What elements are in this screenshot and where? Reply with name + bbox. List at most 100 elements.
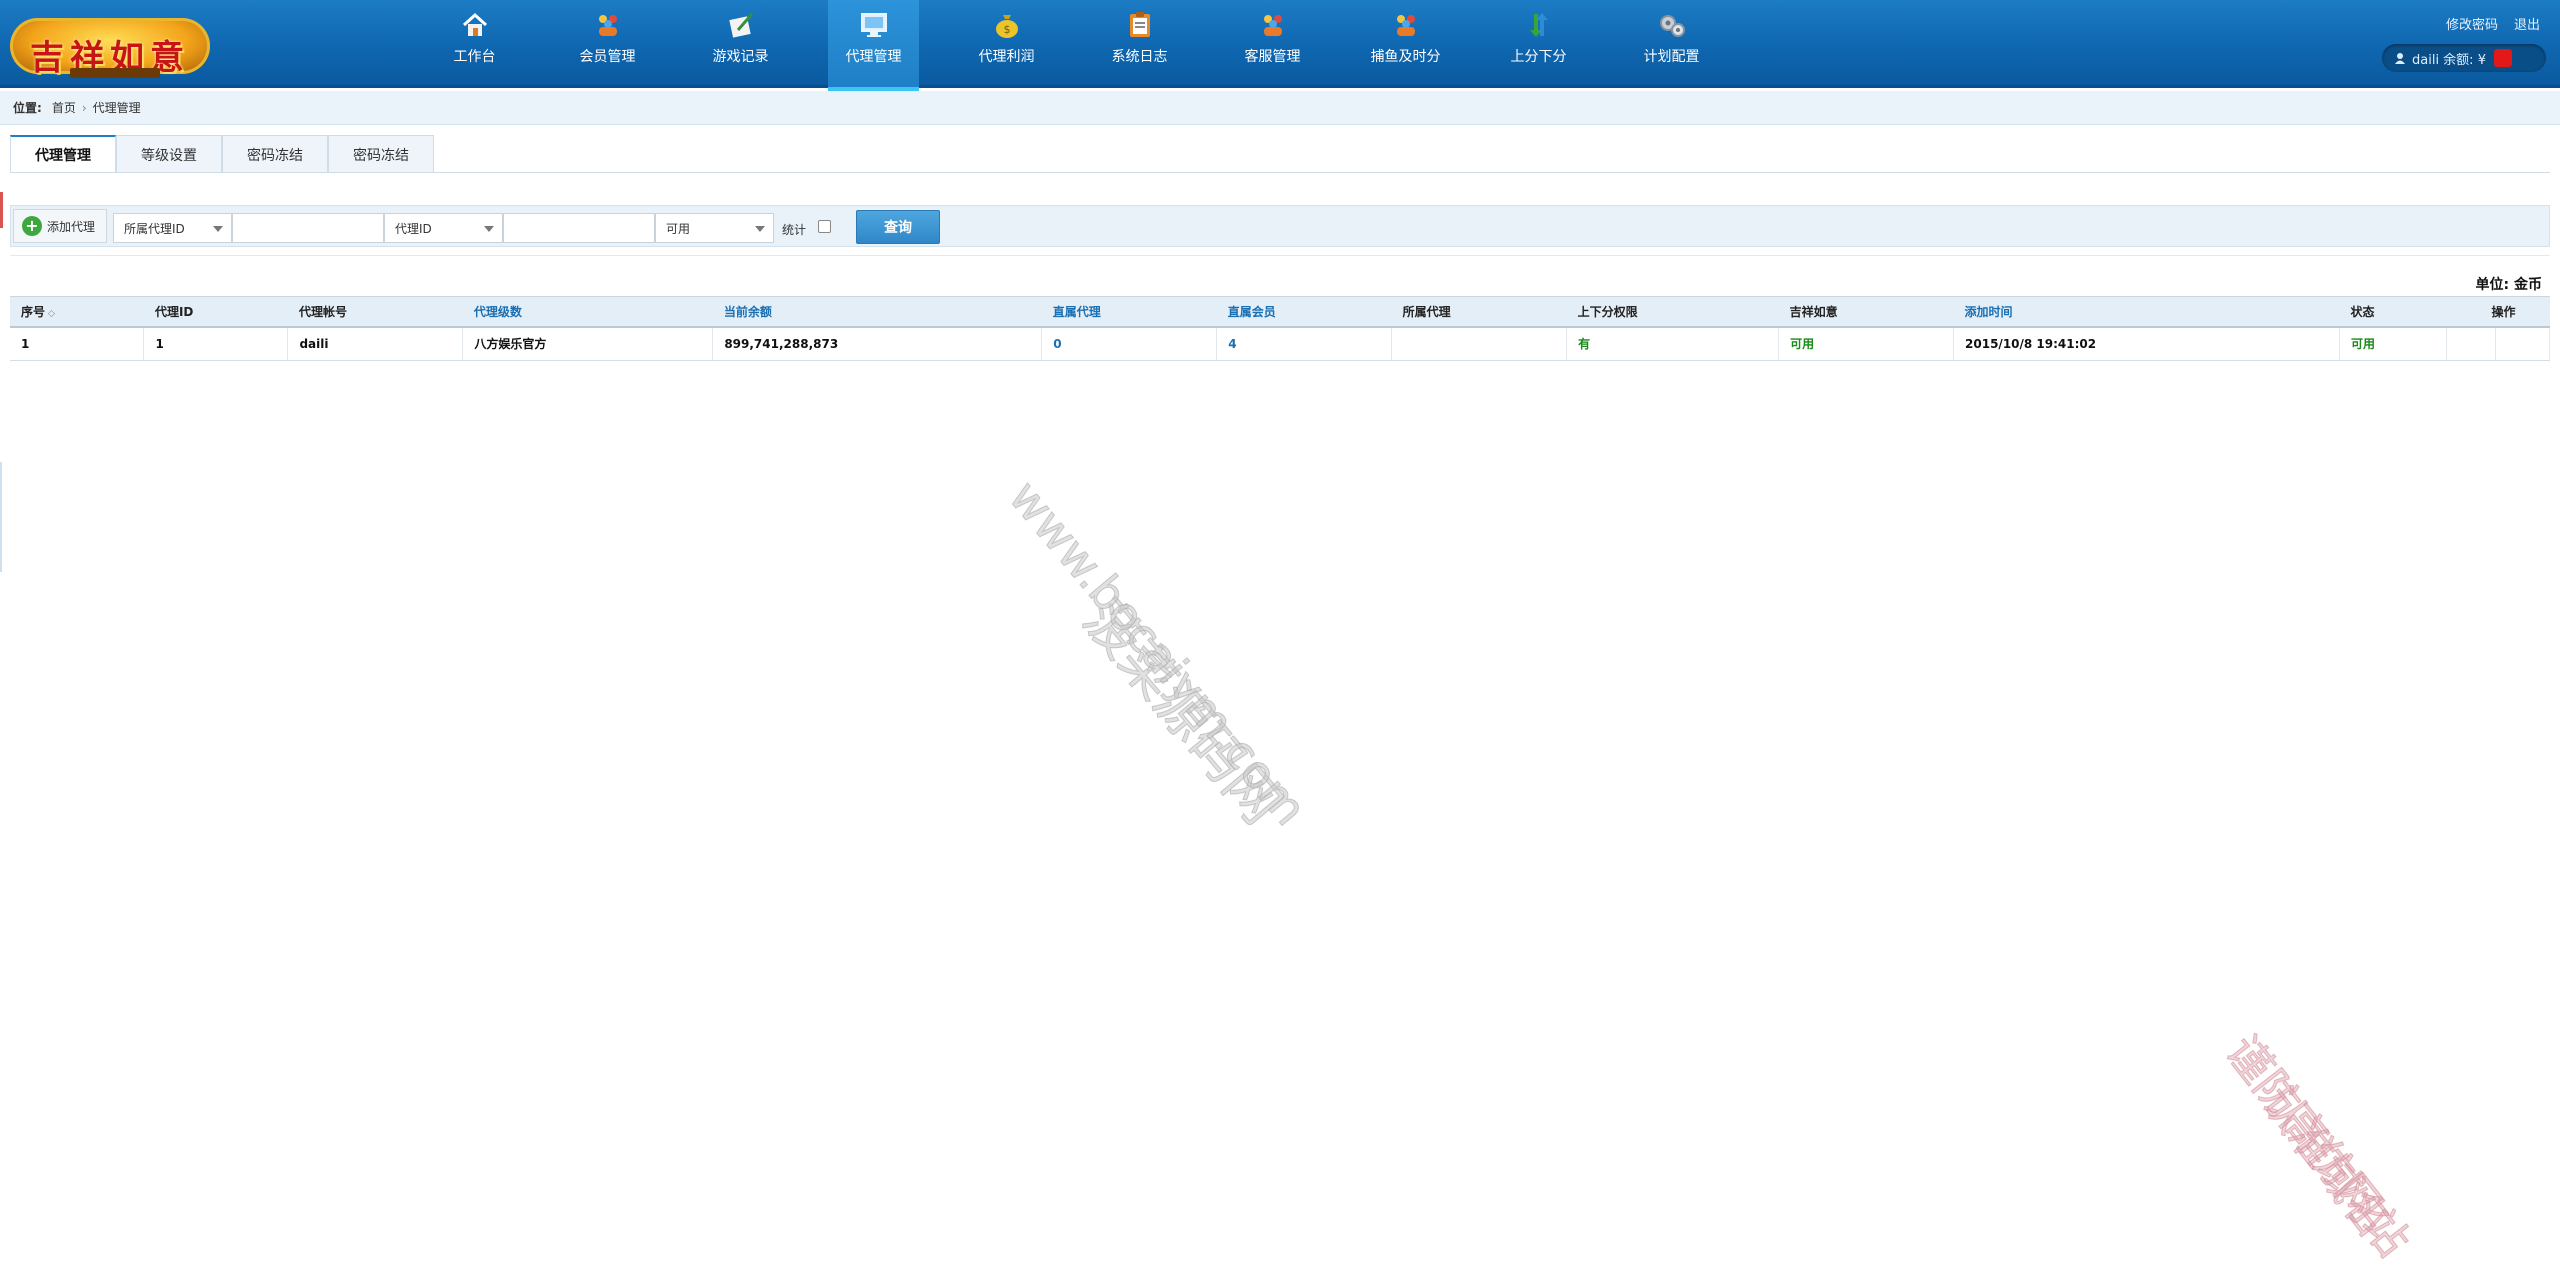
table-cell: 1 bbox=[10, 326, 145, 361]
column-header: 上下分权限 bbox=[1566, 296, 1779, 328]
table-cell: 可用 bbox=[2339, 326, 2447, 361]
agent-id-input[interactable] bbox=[503, 213, 655, 243]
query-button[interactable]: 查询 bbox=[856, 210, 940, 244]
column-header: 代理帐号 bbox=[287, 296, 463, 328]
header-links: 修改密码 退出 bbox=[2446, 14, 2540, 33]
column-header[interactable]: 直属会员 bbox=[1216, 296, 1392, 328]
breadcrumb-current: 代理管理 bbox=[92, 101, 141, 115]
nav-item-workbench[interactable]: 工作台 bbox=[408, 0, 541, 88]
left-edge-handle bbox=[0, 462, 2, 572]
breadcrumb-home[interactable]: 首页 bbox=[52, 99, 76, 116]
filter-bar: + 添加代理 所属代理ID 代理ID 可用 统计 查询 bbox=[10, 205, 2550, 247]
home-icon bbox=[460, 10, 490, 40]
nav-item-members[interactable]: 会员管理 bbox=[541, 0, 674, 88]
user-balance-text: daili 余额: ¥ bbox=[2412, 52, 2486, 68]
chevron-down-icon bbox=[484, 226, 494, 232]
nav-label: 会员管理 bbox=[579, 49, 636, 65]
status-select[interactable]: 可用 bbox=[655, 213, 774, 243]
main-nav: 工作台 会员管理 游戏记录 代理管理 $ 代理利润 系统日志 客服管理 捕鱼及时… bbox=[408, 0, 1738, 91]
chevron-down-icon bbox=[213, 226, 223, 232]
svg-text:$: $ bbox=[1003, 23, 1010, 36]
breadcrumb-label: 位置: bbox=[13, 101, 42, 115]
tab-password-freeze[interactable]: 密码冻结 bbox=[222, 135, 328, 173]
nav-label: 代理管理 bbox=[845, 49, 902, 65]
agent-table: 序号 ◇ 代理ID 代理帐号 代理级数 当前余额 直属代理 直属会员 所属代理 上… bbox=[10, 296, 2551, 361]
nav-item-plan-config[interactable]: 计划配置 bbox=[1605, 0, 1738, 88]
table-cell-link[interactable]: 4 bbox=[1216, 326, 1393, 361]
fishing-icon bbox=[1391, 10, 1421, 40]
table-cell: 可用 bbox=[1778, 326, 1955, 361]
add-agent-button[interactable]: + 添加代理 bbox=[13, 209, 107, 243]
table-cell bbox=[1391, 326, 1568, 361]
nav-label: 工作台 bbox=[453, 49, 496, 65]
tab-bar: 代理管理 等级设置 密码冻结 密码冻结 bbox=[10, 135, 434, 173]
left-edge-marker bbox=[0, 192, 3, 228]
sort-icon: ◇ bbox=[48, 308, 55, 319]
watermark-corner-1: 认准域名 bbox=[2251, 1076, 2401, 1247]
column-header: 状态 bbox=[2339, 296, 2447, 328]
chevron-down-icon bbox=[755, 226, 765, 232]
balance-badge bbox=[2493, 49, 2512, 67]
agent-id-select[interactable]: 代理ID bbox=[384, 213, 503, 243]
logout-link[interactable]: 退出 bbox=[2514, 14, 2540, 33]
table-header-row: 序号 ◇ 代理ID 代理帐号 代理级数 当前余额 直属代理 直属会员 所属代理 上… bbox=[10, 296, 2550, 328]
monitor-icon bbox=[859, 10, 889, 40]
unit-label: 单位: 金币 bbox=[2475, 277, 2542, 293]
column-header[interactable]: 序号 ◇ bbox=[10, 296, 144, 328]
parent-agent-input[interactable] bbox=[232, 213, 384, 243]
watermark-text: 菠菜源码网 bbox=[1071, 588, 1294, 836]
clipboard-icon bbox=[1125, 10, 1155, 40]
nav-item-customer-service[interactable]: 客服管理 bbox=[1206, 0, 1339, 88]
transfer-icon bbox=[1524, 10, 1554, 40]
tab-agent-management[interactable]: 代理管理 bbox=[10, 135, 116, 173]
game-record-icon bbox=[726, 10, 756, 40]
nav-label: 系统日志 bbox=[1111, 49, 1168, 65]
members-icon bbox=[593, 10, 623, 40]
nav-item-game-records[interactable]: 游戏记录 bbox=[674, 0, 807, 88]
breadcrumb-separator-icon: › bbox=[81, 100, 87, 115]
logo: 吉祥如意 bbox=[10, 10, 210, 78]
table-row: 1 1 daili 八方娱乐官方 899,741,288,873 0 4 有 可… bbox=[10, 326, 2551, 361]
column-header: 所属代理 bbox=[1391, 296, 1567, 328]
table-cell-link[interactable]: 0 bbox=[1041, 326, 1218, 361]
column-header[interactable]: 直属代理 bbox=[1041, 296, 1217, 328]
nav-label: 代理利润 bbox=[978, 49, 1035, 65]
nav-label: 计划配置 bbox=[1643, 49, 1700, 65]
select-value: 可用 bbox=[666, 221, 691, 236]
tab-divider bbox=[10, 172, 2550, 173]
column-header[interactable]: 添加时间 bbox=[1953, 296, 2340, 328]
nav-item-system-log[interactable]: 系统日志 bbox=[1073, 0, 1206, 88]
nav-label: 客服管理 bbox=[1244, 49, 1301, 65]
nav-item-agent-management[interactable]: 代理管理 bbox=[828, 0, 919, 91]
nav-label: 上分下分 bbox=[1510, 49, 1567, 65]
change-password-link[interactable]: 修改密码 bbox=[2446, 14, 2498, 33]
table-cell-action[interactable] bbox=[2446, 326, 2496, 361]
user-icon bbox=[2395, 53, 2405, 64]
money-bag-icon: $ bbox=[992, 10, 1022, 40]
parent-agent-select[interactable]: 所属代理ID bbox=[113, 213, 232, 243]
stat-label: 统计 bbox=[782, 223, 807, 237]
top-header: 吉祥如意 工作台 会员管理 游戏记录 代理管理 $ 代理利润 系统日志 客服管理… bbox=[0, 0, 2560, 91]
select-value: 代理ID bbox=[395, 221, 432, 236]
logo-ribbon bbox=[70, 68, 160, 78]
column-header: 吉祥如意 bbox=[1778, 296, 1954, 328]
nav-item-fishing[interactable]: 捕鱼及时分 bbox=[1339, 0, 1472, 88]
gears-icon bbox=[1657, 10, 1687, 40]
table-cell-action[interactable] bbox=[2495, 326, 2551, 361]
nav-label: 游戏记录 bbox=[712, 49, 769, 65]
table-cell: 八方娱乐官方 bbox=[462, 326, 714, 361]
nav-item-transfer[interactable]: 上分下分 bbox=[1472, 0, 1605, 88]
column-header[interactable]: 代理级数 bbox=[462, 296, 713, 328]
tab-level-settings[interactable]: 等级设置 bbox=[116, 135, 222, 173]
column-header[interactable]: 当前余额 bbox=[712, 296, 1042, 328]
table-cell: 2015/10/8 19:41:02 bbox=[1953, 326, 2340, 361]
stat-checkbox[interactable] bbox=[818, 220, 831, 233]
table-cell: 有 bbox=[1566, 326, 1780, 361]
nav-item-agent-profit[interactable]: $ 代理利润 bbox=[940, 0, 1073, 88]
service-icon bbox=[1258, 10, 1288, 40]
watermark-corner-2: 谨防高仿网站 bbox=[2216, 1026, 2420, 1267]
nav-label: 捕鱼及时分 bbox=[1370, 49, 1441, 65]
column-header: 操作 bbox=[2446, 296, 2550, 328]
tab-password-freeze-2[interactable]: 密码冻结 bbox=[328, 135, 434, 173]
column-header: 代理ID bbox=[143, 296, 288, 328]
